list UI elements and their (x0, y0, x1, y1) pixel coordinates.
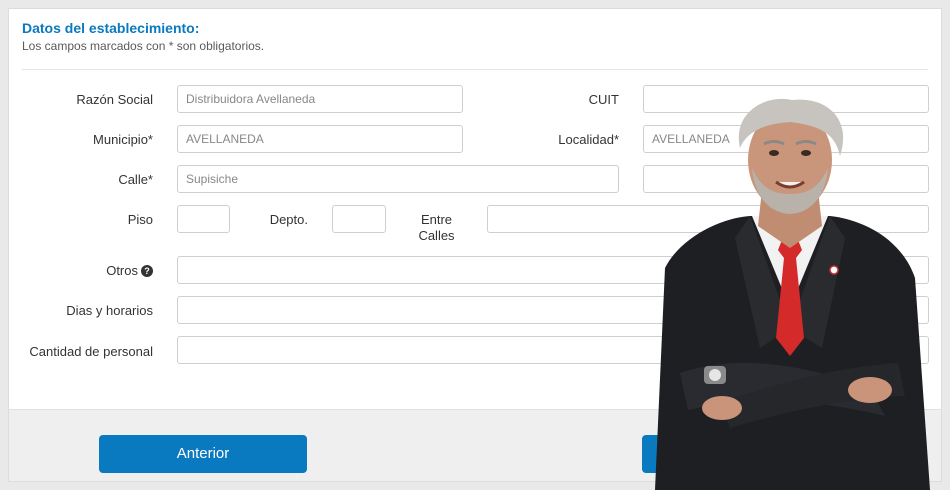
left-eye (769, 150, 779, 156)
municipio-label: Municipio* (93, 132, 153, 147)
municipio-select[interactable]: AVELLANEDA (177, 125, 463, 153)
calle-input[interactable]: Supisiche (177, 165, 619, 193)
otros-label-text: Otros (106, 263, 138, 278)
right-hand (848, 377, 892, 403)
section-subtitle: Los campos marcados con * son obligatori… (22, 39, 265, 53)
divider (22, 69, 928, 70)
right-eye (801, 150, 811, 156)
localidad-label: Localidad* (558, 132, 619, 147)
razon-social-input[interactable]: Distribuidora Avellaneda (177, 85, 463, 113)
person-photo (655, 98, 930, 490)
watch-face (709, 369, 721, 381)
section-title: Datos del establecimiento: (22, 20, 200, 36)
piso-input[interactable] (177, 205, 230, 233)
razon-social-label: Razón Social (76, 92, 153, 107)
lapel-pin (829, 265, 839, 275)
depto-input[interactable] (332, 205, 386, 233)
piso-label: Piso (127, 212, 153, 227)
anterior-button[interactable]: Anterior (99, 435, 307, 473)
otros-label: Otros? (29, 263, 153, 279)
cantidad-personal-label: Cantidad de personal (29, 344, 153, 359)
calle-label: Calle* (118, 172, 153, 187)
question-circle-icon[interactable]: ? (141, 265, 153, 277)
depto-label: Depto. (269, 212, 308, 227)
dias-horarios-label: Dias y horarios (66, 303, 153, 318)
cuit-label: CUIT (588, 92, 619, 107)
left-hand (702, 396, 742, 420)
entre-calles-label: Entre Calles (418, 212, 455, 243)
